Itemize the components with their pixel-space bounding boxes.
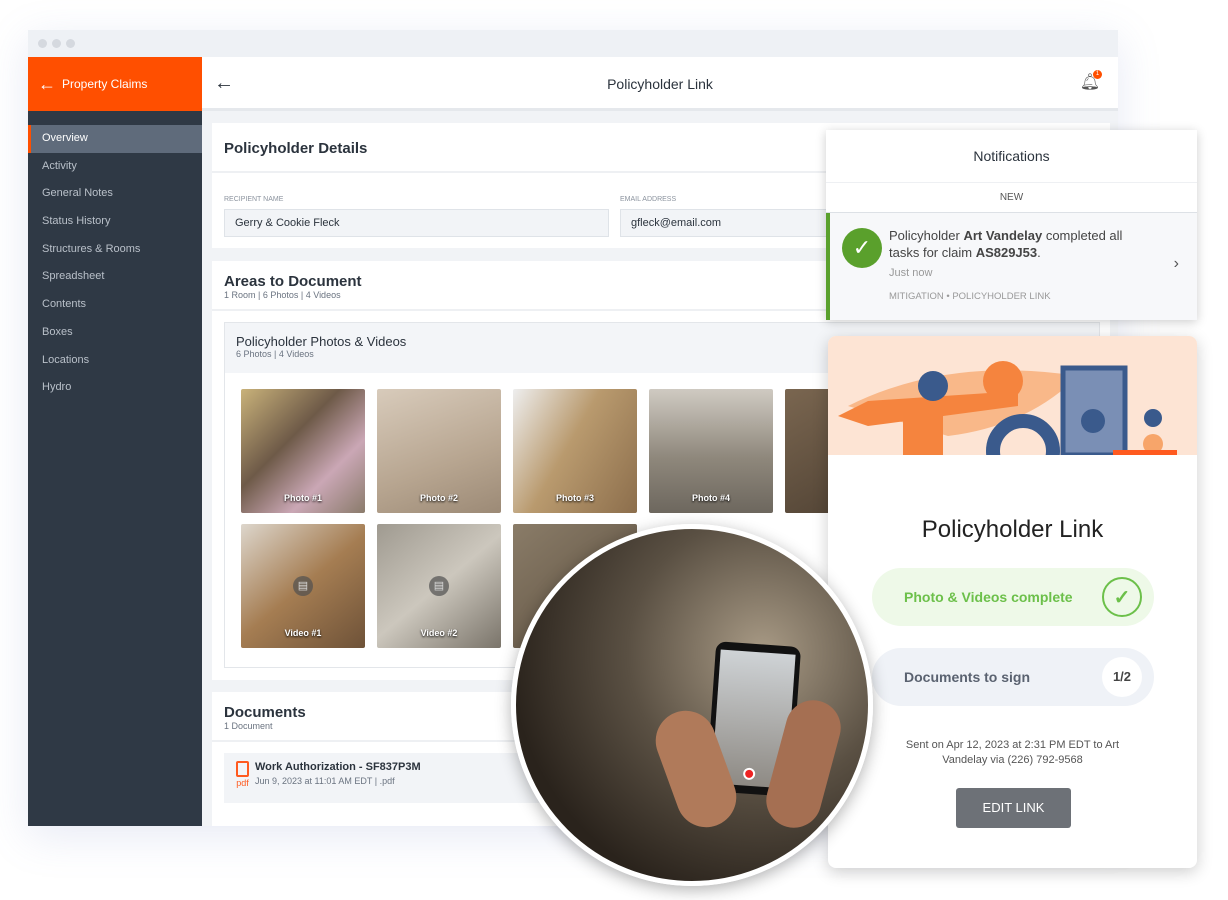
sidebar-item-locations[interactable]: Locations <box>28 347 202 375</box>
link-card-title: Policyholder Link <box>921 516 1104 543</box>
window-dot <box>66 39 75 48</box>
back-to-property-claims[interactable]: ← Property Claims <box>28 57 202 111</box>
sidebar-item-activity[interactable]: Activity <box>28 153 202 181</box>
film-icon: ▤ <box>429 576 449 596</box>
media-tile[interactable]: ▤ Video #2 <box>377 524 501 648</box>
window-dot <box>38 39 47 48</box>
sidebar-item-spreadsheet[interactable]: Spreadsheet <box>28 263 202 291</box>
main-header: ← Policyholder Link 🔔︎ 1 <box>202 57 1118 111</box>
notification-badge: 1 <box>1093 70 1102 79</box>
page-title: Policyholder Link <box>607 76 713 92</box>
sidebar-item-contents[interactable]: Contents <box>28 291 202 319</box>
sidebar-item-status-history[interactable]: Status History <box>28 208 202 236</box>
sidebar-item-overview[interactable]: Overview <box>28 125 202 153</box>
media-tile[interactable]: Photo #4 <box>649 389 773 513</box>
sidebar-item-structures-rooms[interactable]: Structures & Rooms <box>28 236 202 264</box>
photos-status-pill: Photo & Videos complete ✓ <box>872 568 1154 626</box>
notifications-panel: Notifications NEW ✓ Policyholder Art Van… <box>826 130 1197 320</box>
notifications-section: NEW <box>826 183 1197 213</box>
media-tile[interactable]: ▤ Video #1 <box>241 524 365 648</box>
media-tile[interactable]: Photo #1 <box>241 389 365 513</box>
film-icon: ▤ <box>293 576 313 596</box>
sidebar-item-boxes[interactable]: Boxes <box>28 319 202 347</box>
sidebar-item-general-notes[interactable]: General Notes <box>28 180 202 208</box>
media-tile[interactable]: Photo #3 <box>513 389 637 513</box>
documents-progress: 1/2 <box>1102 657 1142 697</box>
sidebar-nav: Overview Activity General Notes Status H… <box>28 125 202 402</box>
notification-item[interactable]: ✓ Policyholder Art Vandelay completed al… <box>826 213 1197 320</box>
edit-link-button[interactable]: EDIT LINK <box>956 788 1071 828</box>
check-circle-icon: ✓ <box>842 228 882 268</box>
sent-info: Sent on Apr 12, 2023 at 2:31 PM EDT to A… <box>905 739 1120 766</box>
policyholder-link-card: Policyholder Link Photo & Videos complet… <box>828 336 1197 868</box>
document-name: Work Authorization - SF837P3M <box>255 761 421 773</box>
window-chrome <box>28 30 1118 57</box>
arrow-left-icon: ← <box>38 73 56 94</box>
documents-status-pill: Documents to sign 1/2 <box>872 648 1154 706</box>
chevron-right-icon: › <box>1173 255 1179 272</box>
window-dot <box>52 39 61 48</box>
phone-photo <box>511 524 873 886</box>
field-label: Recipient Name <box>224 196 284 203</box>
notification-time: Just now <box>889 267 933 279</box>
check-circle-icon: ✓ <box>1102 577 1142 617</box>
notifications-title: Notifications <box>826 130 1197 183</box>
sidebar-item-hydro[interactable]: Hydro <box>28 374 202 402</box>
notification-tags: MITIGATION • POLICYHOLDER LINK <box>889 291 1051 302</box>
sidebar: ← Property Claims Overview Activity Gener… <box>28 57 202 826</box>
recipient-name-input[interactable]: Gerry & Cookie Fleck <box>224 209 609 237</box>
media-tile[interactable]: Photo #2 <box>377 389 501 513</box>
document-meta: Jun 9, 2023 at 11:01 AM EDT | .pdf <box>255 776 395 786</box>
notification-message: Policyholder Art Vandelay completed all … <box>889 228 1123 260</box>
illustration <box>828 336 1197 455</box>
pdf-file-icon: pdf <box>236 761 249 795</box>
